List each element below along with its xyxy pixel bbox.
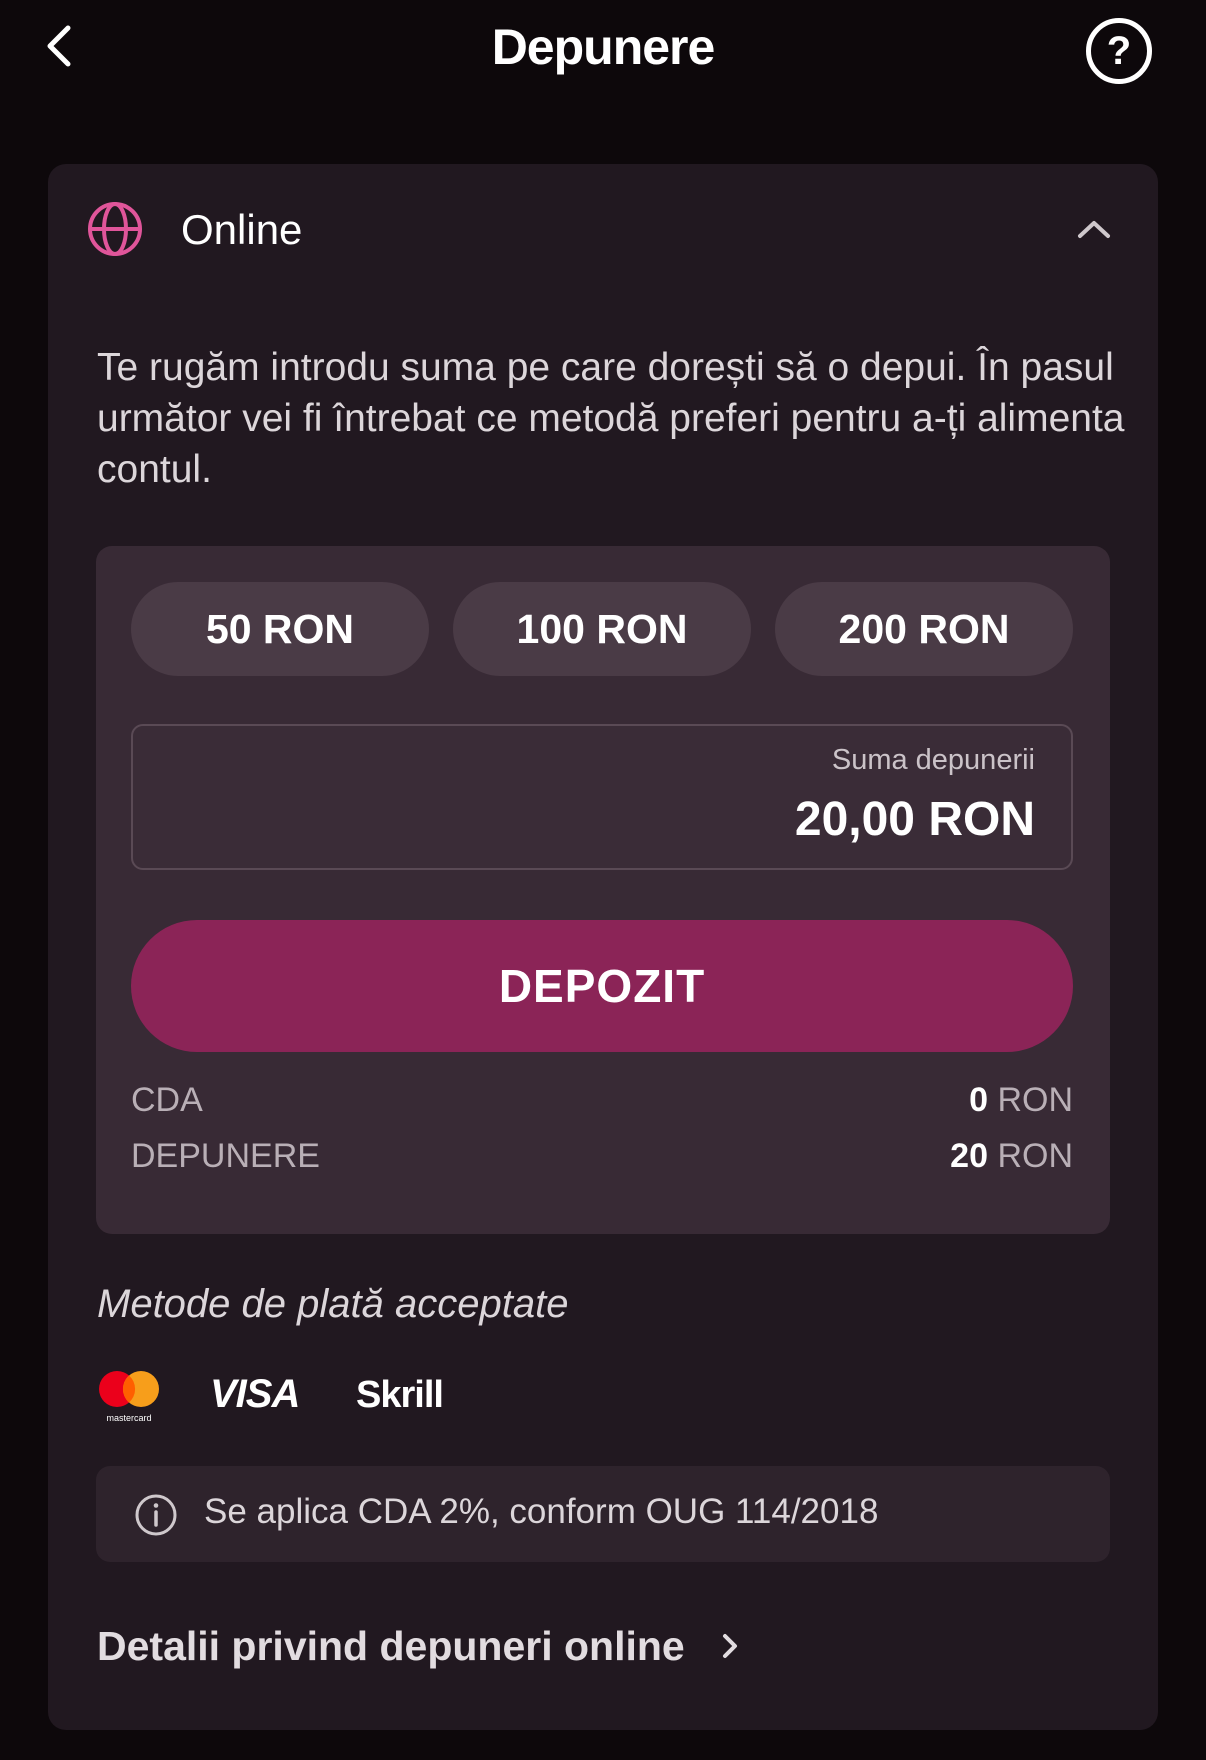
summary-currency: RON	[997, 1137, 1073, 1175]
deposit-amount-field[interactable]: Suma depunerii 20,00 RON	[131, 724, 1073, 870]
info-banner: Se aplica CDA 2%, conform OUG 114/2018	[96, 1466, 1110, 1562]
info-icon	[135, 1494, 177, 1536]
preset-200-button[interactable]: 200 RON	[775, 582, 1073, 676]
amount-field-value: 20,00 RON	[794, 793, 1035, 846]
summary-currency: RON	[997, 1081, 1073, 1119]
mastercard-logo: mastercard	[99, 1371, 159, 1423]
skrill-logo: Skrill	[356, 1374, 444, 1416]
svg-text:mastercard: mastercard	[106, 1413, 151, 1423]
preset-100-button[interactable]: 100 RON	[453, 582, 751, 676]
preset-50-button[interactable]: 50 RON	[131, 582, 429, 676]
intro-text: Te rugăm introdu suma pe care dorești să…	[97, 346, 1125, 491]
payment-methods-title: Metode de plată acceptate	[97, 1282, 569, 1326]
top-bar: Depunere ?	[0, 0, 1206, 110]
online-deposit-details-link[interactable]: Detalii privind depuneri online	[97, 1616, 741, 1676]
summary-label: DEPUNERE	[131, 1137, 320, 1175]
summary-value: 20 RON	[950, 1137, 1073, 1176]
summary-amount: 0	[969, 1081, 988, 1119]
chevron-right-icon	[722, 1634, 737, 1658]
summary-row-deposit: DEPUNERE 20 RON	[131, 1137, 1073, 1185]
online-section-header[interactable]: Online	[48, 164, 1158, 300]
details-link-label: Detalii privind depuneri online	[97, 1622, 685, 1669]
page-title: Depunere	[491, 19, 716, 75]
chevron-up-icon	[1078, 221, 1110, 238]
amount-field-label: Suma depunerii	[831, 744, 1035, 776]
info-text: Se aplica CDA 2%, conform OUG 114/2018	[204, 1492, 879, 1531]
deposit-button[interactable]: DEPOZIT	[131, 920, 1073, 1052]
summary-label: CDA	[131, 1081, 203, 1119]
visa-logo: VISA	[210, 1372, 300, 1416]
summary-amount: 20	[950, 1137, 988, 1175]
summary-value: 0 RON	[969, 1081, 1073, 1120]
globe-icon	[88, 202, 142, 256]
summary-row-cda: CDA 0 RON	[131, 1081, 1073, 1129]
help-button[interactable]: ?	[1086, 18, 1152, 84]
deposit-card: Online Te rugăm introdu suma pe care dor…	[48, 164, 1158, 1730]
amount-panel: 50 RON 100 RON 200 RON Suma depunerii 20…	[96, 546, 1110, 1234]
section-title: Online	[181, 206, 303, 253]
